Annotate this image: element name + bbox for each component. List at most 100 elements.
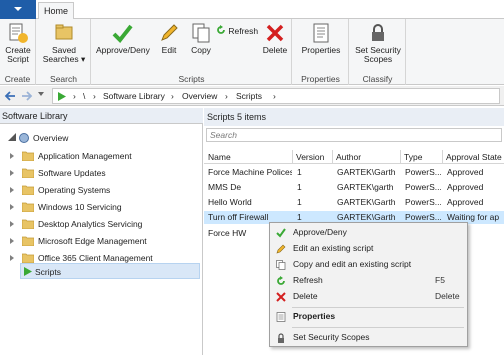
folder-icon [22,219,34,229]
breadcrumb-separator: › [225,91,228,101]
breadcrumb-software-library[interactable]: Software Library [103,91,165,101]
cell-type: PowerS... [405,197,441,207]
cell-approval-state: Waiting for ap [447,212,500,222]
tree-label: Operating Systems [38,185,111,195]
group-label-properties: Properties [301,74,340,84]
tree-label: Scripts [35,267,61,277]
column-header-approval-state[interactable]: Approval State [446,152,504,162]
context-item-approve-deny[interactable]: Approve/Deny [270,225,469,240]
table-row[interactable]: Hello World 1 GARTEK\Garth PowerS... App… [204,196,504,209]
context-separator [292,307,464,308]
context-item-properties[interactable]: Properties [270,309,469,324]
properties-button[interactable]: Properties [296,22,346,55]
ribbon-group-search: Saved Searches ▾ Search [37,19,91,85]
copy-button[interactable]: Copy [186,22,216,55]
context-item-edit-script[interactable]: Edit an existing script [270,241,469,256]
approve-deny-label: Approve/Deny [96,45,150,55]
expand-caret-icon[interactable] [10,221,14,227]
tree-item-operating-systems[interactable]: Operating Systems [10,182,200,198]
copy-icon [276,260,286,270]
cell-type: PowerS... [405,167,441,177]
expand-caret-icon[interactable] [10,238,14,244]
table-header: Name Version Author Type Approval State [204,150,504,164]
history-dropdown-icon[interactable] [38,92,44,96]
back-arrow-icon[interactable] [3,89,17,103]
breadcrumb-root[interactable]: \ [83,91,85,101]
breadcrumb-scripts[interactable]: Scripts [236,91,262,101]
tree-label: Windows 10 Servicing [38,202,122,212]
create-script-button[interactable]: Create Script [1,22,35,64]
copy-label: Copy [191,45,211,55]
tree-label: Desktop Analytics Servicing [38,219,143,229]
forward-arrow-icon[interactable] [20,89,34,103]
set-security-scopes-button[interactable]: Set Security Scopes [352,22,404,64]
lock-icon [372,24,384,41]
ribbon: Create Script Create Saved Searches ▾ Se… [0,19,504,85]
tree-item-microsoft-edge-management[interactable]: Microsoft Edge Management [10,233,200,249]
context-item-delete[interactable]: Delete Delete [270,289,469,304]
context-shortcut: Delete [435,291,460,301]
column-header-type[interactable]: Type [404,152,422,162]
context-label: Delete [293,291,318,301]
collapse-triangle-icon[interactable] [8,133,16,141]
breadcrumb-separator: › [93,91,96,101]
saved-searches-button[interactable]: Saved Searches ▾ [39,22,89,64]
copy-icon [192,23,210,43]
context-label: Set Security Scopes [293,332,370,342]
folder-icon [22,202,34,212]
tree-item-overview[interactable]: Overview [8,130,198,146]
group-label-scripts: Scripts [178,74,205,84]
lock-icon [278,333,284,343]
expand-caret-icon[interactable] [10,187,14,193]
expand-caret-icon[interactable] [10,255,14,261]
folder-icon [22,253,34,263]
pane-title: Software Library [0,108,203,124]
tree-item-desktop-analytics-servicing[interactable]: Desktop Analytics Servicing [10,216,200,232]
context-item-refresh[interactable]: Refresh F5 [270,273,469,288]
breadcrumb-separator: › [73,91,76,101]
context-item-set-security-scopes[interactable]: Set Security Scopes [270,330,469,345]
cell-version: 1 [297,167,302,177]
context-label: Copy and edit an existing script [293,259,412,269]
cell-version: 1 [297,212,302,222]
tree-item-scripts[interactable]: Scripts [20,263,200,279]
column-divider[interactable] [442,150,443,164]
address-bar: › \ › Software Library › Overview › Scri… [0,86,504,106]
play-icon[interactable] [58,92,66,101]
breadcrumb: › \ › Software Library › Overview › Scri… [52,88,500,104]
approve-deny-button[interactable]: Approve/Deny [96,22,150,55]
column-header-version[interactable]: Version [296,152,324,162]
expand-caret-icon[interactable] [10,170,14,176]
table-row[interactable]: MMS De 1 GARTEK\garth PowerS... Approved [204,181,504,194]
column-divider[interactable] [332,150,333,164]
tree-item-software-updates[interactable]: Software Updates [10,165,200,181]
column-divider[interactable] [400,150,401,164]
breadcrumb-separator: › [273,91,276,101]
file-menu-tab[interactable] [0,0,36,19]
expand-caret-icon[interactable] [10,153,14,159]
context-label: Refresh [293,275,323,285]
delete-label: Delete [262,45,288,55]
tree-label: Application Management [38,151,132,161]
column-header-name[interactable]: Name [208,152,231,162]
pencil-icon [276,244,286,254]
context-item-copy-edit-script[interactable]: Copy and edit an existing script [270,257,469,272]
table-row[interactable]: Force Machine Polices 1 GARTEK\Garth Pow… [204,166,504,179]
column-header-author[interactable]: Author [336,152,361,162]
edit-button[interactable]: Edit [154,22,184,55]
refresh-button[interactable]: Refresh [216,25,260,36]
search-input[interactable]: Search [206,128,502,142]
delete-button[interactable]: Delete [260,22,290,55]
cell-type: PowerS... [405,212,441,222]
column-divider[interactable] [292,150,293,164]
tab-home[interactable]: Home [38,2,74,20]
tree-item-windows-10-servicing[interactable]: Windows 10 Servicing [10,199,200,215]
scripts-play-icon [24,267,32,276]
breadcrumb-overview[interactable]: Overview [182,91,217,101]
expand-caret-icon[interactable] [10,204,14,210]
context-label: Properties [293,311,336,321]
tree-item-application-management[interactable]: Application Management [10,148,200,164]
properties-icon [276,312,286,322]
context-label: Approve/Deny [293,227,347,237]
cell-name: Turn off Firewall [208,212,269,222]
